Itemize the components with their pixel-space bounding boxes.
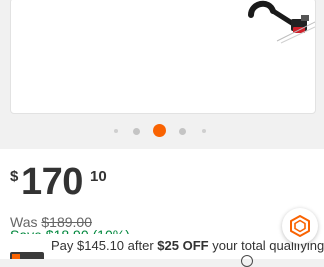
carousel-dot-3-active[interactable] [153,124,166,137]
carousel-dot-5[interactable] [202,129,206,133]
carousel-dot-2[interactable] [133,127,140,135]
promo-prefix: Pay [51,238,74,253]
promo-middle: after [127,238,154,253]
credit-card-promo[interactable]: Pay $145.10 after $25 OFF your total qua… [0,234,324,267]
promo-discount: $25 OFF [157,238,209,253]
product-image [248,0,315,44]
promo-amount: $145.10 [77,238,125,253]
price-cents: 10 [90,168,107,185]
price-dollars: 170 [21,161,83,203]
loading-spinner-icon [241,255,253,267]
chat-button[interactable] [282,208,318,244]
carousel-dot-1[interactable] [114,129,118,133]
hexagon-chat-icon [290,215,310,237]
currency-symbol: $ [10,168,19,185]
carousel-indicator [0,124,324,138]
product-image-card[interactable] [10,0,316,114]
promo-text: Pay $145.10 after $25 OFF your total qua… [51,238,324,253]
credit-card-icon [10,252,44,259]
carousel-dot-4[interactable] [179,127,186,135]
